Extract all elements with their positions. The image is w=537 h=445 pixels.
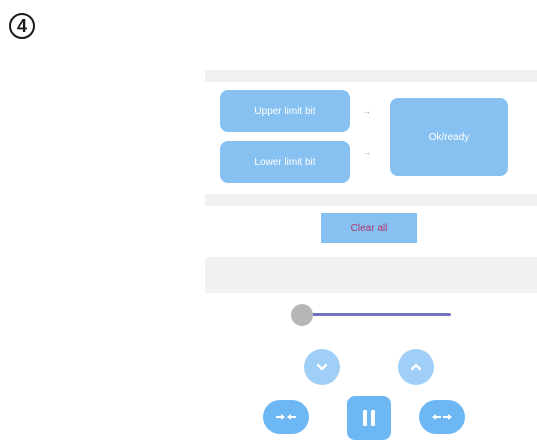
screen: 4 Upper limit bit Lower limit bit → → Ok… [0,0,537,445]
slider-track[interactable] [304,313,451,316]
arrow-right-icon: → [363,107,371,116]
divider-band-middle [205,194,537,206]
lower-limit-bit-label: Lower limit bit [254,156,316,168]
lower-limit-bit-button[interactable]: Lower limit bit [220,141,350,183]
clear-all-button[interactable]: Clear all [321,213,417,243]
pause-button[interactable] [347,396,391,440]
chevron-up-icon [410,363,422,371]
upper-limit-bit-button[interactable]: Upper limit bit [220,90,350,132]
slider-thumb[interactable] [291,304,313,326]
ok-ready-status-box: Ok/ready [390,98,508,176]
arrows-outward-icon [432,414,452,420]
expand-button[interactable] [419,400,465,434]
divider-band-top [205,70,537,82]
arrows-inward-icon [276,414,296,420]
shrink-button[interactable] [263,400,309,434]
down-button[interactable] [304,349,340,385]
upper-limit-bit-label: Upper limit bit [254,105,316,117]
pause-icon [363,410,375,426]
step-number-badge: 4 [9,13,35,39]
clear-all-label: Clear all [350,222,388,234]
chevron-down-icon [316,363,328,371]
divider-band-bottom [205,257,537,293]
up-button[interactable] [398,349,434,385]
ok-ready-label: Ok/ready [428,131,470,143]
arrow-right-icon: → [363,148,371,157]
